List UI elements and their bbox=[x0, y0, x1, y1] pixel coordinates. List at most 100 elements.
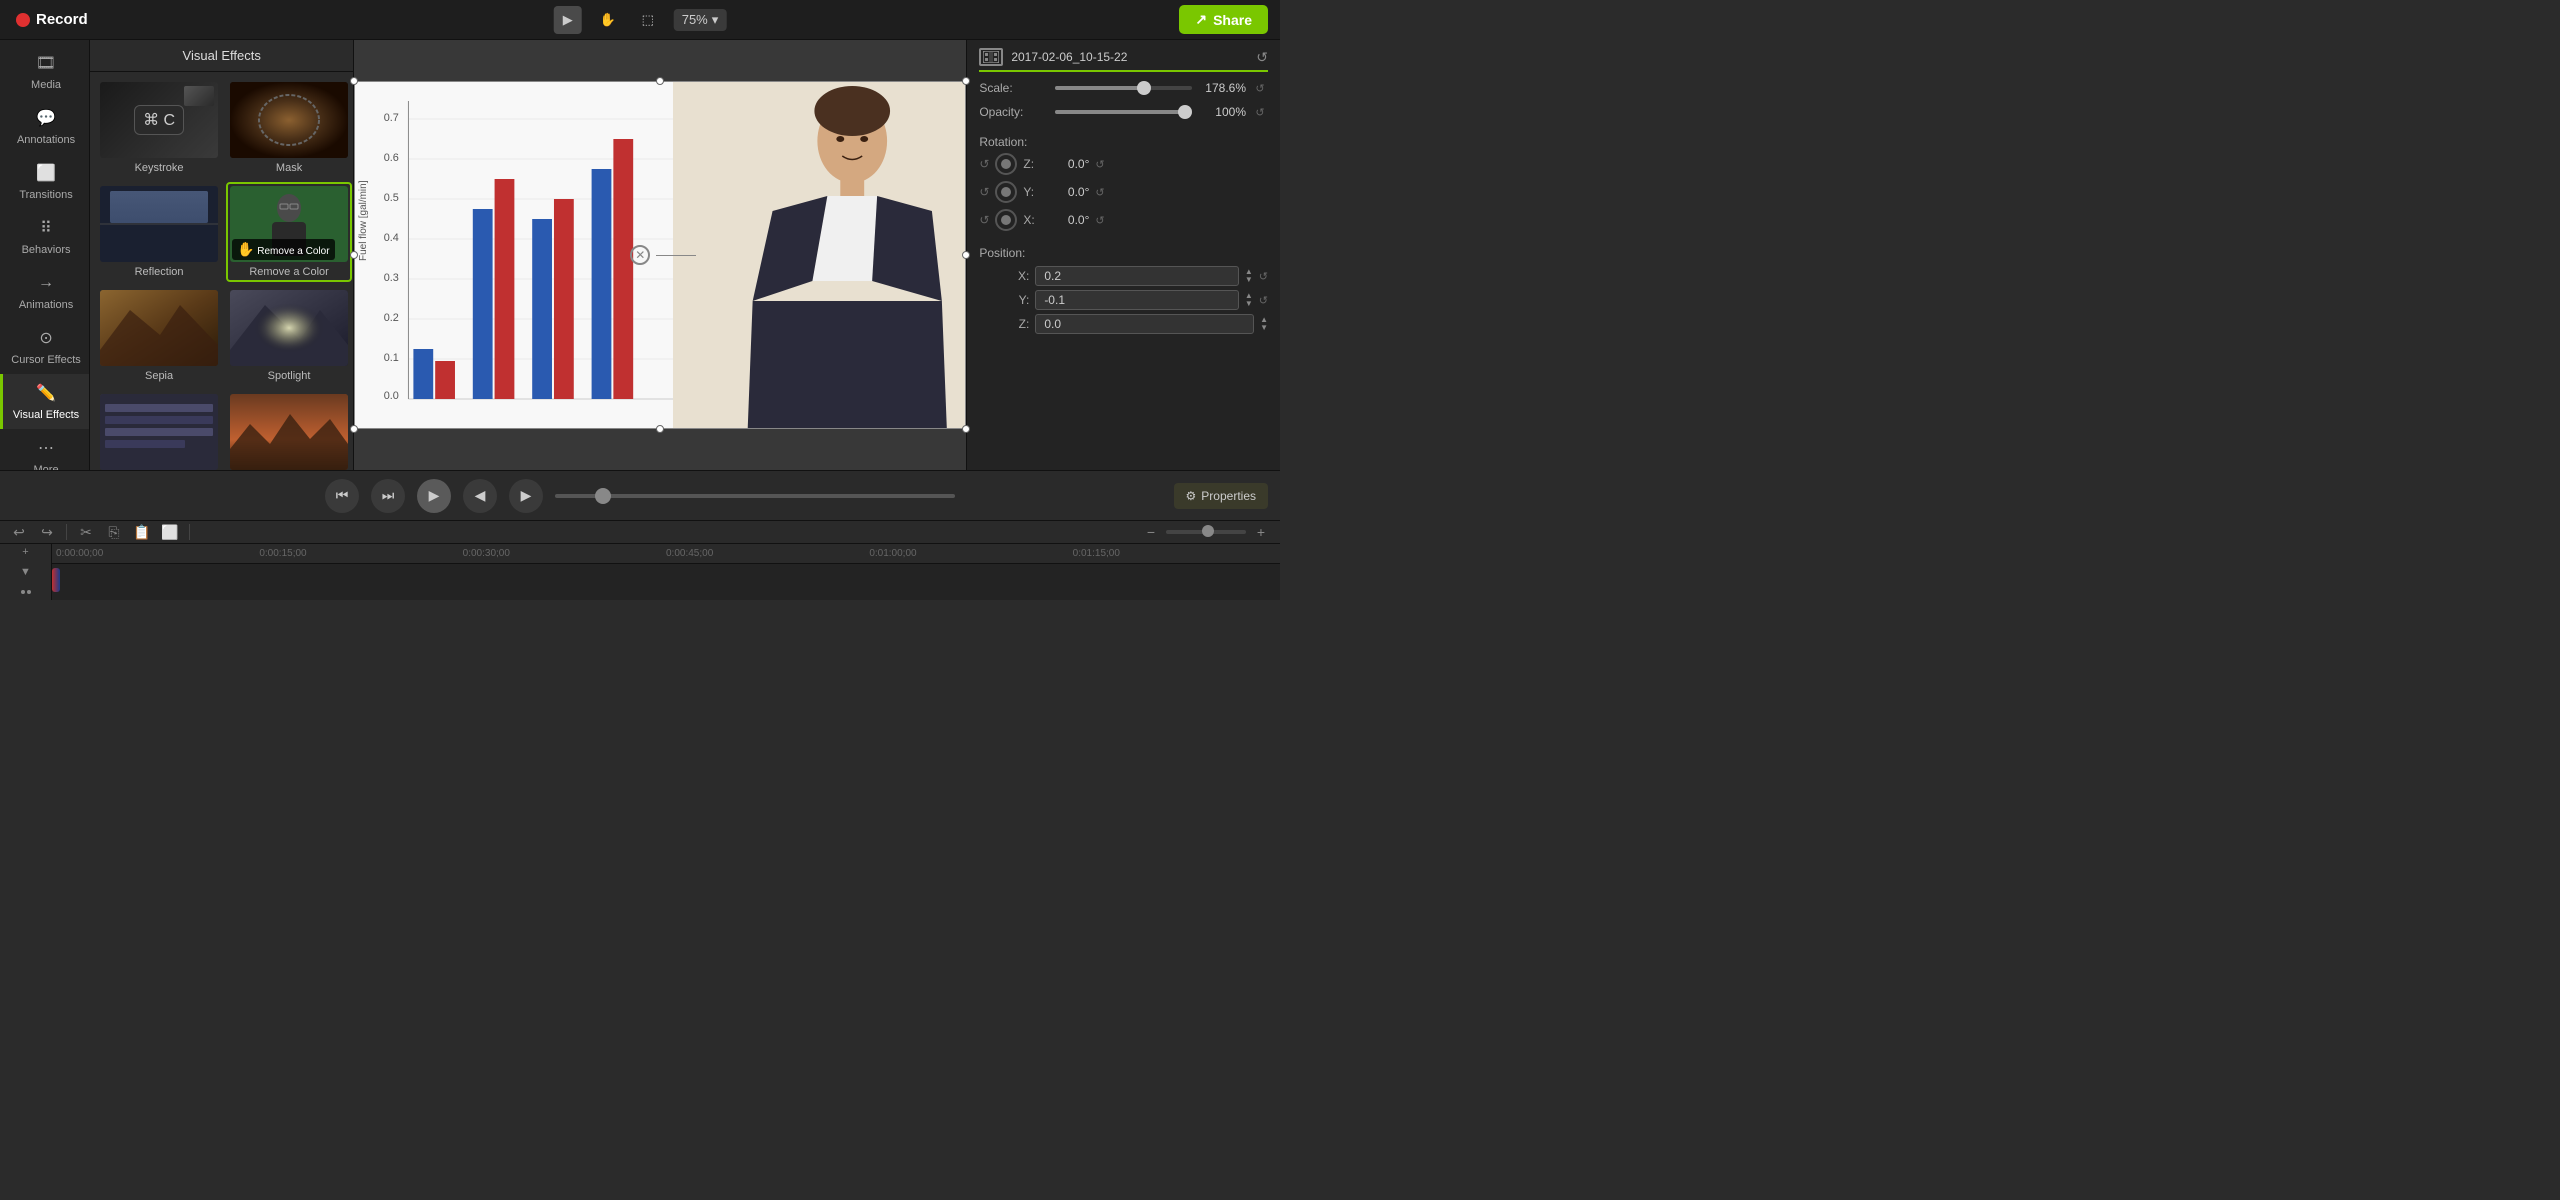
position-x-value: 0.2 bbox=[1035, 266, 1239, 286]
playback-thumb[interactable] bbox=[595, 488, 611, 504]
effect-sepia[interactable]: Sepia bbox=[96, 286, 222, 386]
sidebar-item-behaviors[interactable]: ⠿ Behaviors bbox=[0, 209, 89, 264]
undo-button[interactable]: ↩ bbox=[8, 521, 30, 543]
rotation-y-ccw[interactable]: ↺ bbox=[979, 185, 989, 199]
opacity-slider[interactable] bbox=[1055, 110, 1192, 114]
effect-mask[interactable]: Mask bbox=[226, 78, 352, 178]
effect-item8[interactable] bbox=[226, 390, 352, 470]
effect-item7[interactable] bbox=[96, 390, 222, 470]
ruler-marks: 0:00:00;00 0:00:15;00 0:00:30;00 0:00:45… bbox=[56, 548, 1276, 559]
rotation-x-ccw[interactable]: ↺ bbox=[979, 213, 989, 227]
scale-slider[interactable] bbox=[1055, 86, 1192, 90]
paste-button[interactable]: 📋 bbox=[131, 521, 153, 543]
prev-frame-button[interactable]: ◀ bbox=[463, 479, 497, 513]
step-back-button[interactable]: ⏮ bbox=[325, 479, 359, 513]
position-z-down[interactable]: ▼ bbox=[1260, 324, 1268, 332]
zoom-in-button[interactable]: + bbox=[1250, 521, 1272, 543]
rotation-z-reset[interactable]: ↺ bbox=[1095, 158, 1104, 171]
zoom-dropdown-icon[interactable]: ▾ bbox=[712, 12, 719, 28]
ruler-mark-2: 0:00:30;00 bbox=[463, 548, 666, 559]
ruler-mark-5: 0:01:15;00 bbox=[1073, 548, 1276, 559]
scale-thumb[interactable] bbox=[1137, 81, 1151, 95]
expand-track-button[interactable]: ▼ bbox=[18, 564, 34, 580]
sidebar-label-behaviors: Behaviors bbox=[22, 244, 71, 256]
main-area: 🎞 Media 💬 Annotations ⬜ Transitions ⠿ Be… bbox=[0, 40, 1280, 470]
play-button[interactable]: ▶ bbox=[417, 479, 451, 513]
cut-button[interactable]: ✂ bbox=[75, 521, 97, 543]
record-button[interactable]: Record bbox=[0, 11, 104, 28]
sidebar-item-transitions[interactable]: ⬜ Transitions bbox=[0, 154, 89, 209]
rotation-y-reset[interactable]: ↺ bbox=[1095, 186, 1104, 199]
position-x-reset[interactable]: ↺ bbox=[1259, 270, 1268, 283]
sidebar-label-animations: Animations bbox=[19, 299, 73, 311]
add-track-button[interactable]: + bbox=[18, 544, 34, 560]
position-z-spinner[interactable]: ▲ ▼ bbox=[1260, 316, 1268, 332]
effect-remove-color[interactable]: ✋ Remove a Color Remove a Color bbox=[226, 182, 352, 282]
playback-progress[interactable] bbox=[555, 494, 955, 498]
effect-reflection[interactable]: Reflection bbox=[96, 182, 222, 282]
track-clip[interactable] bbox=[52, 568, 60, 592]
transitions-icon: ⬜ bbox=[35, 162, 57, 184]
visual-effects-icon: ✏️ bbox=[35, 382, 57, 404]
properties-button[interactable]: ⚙ Properties bbox=[1174, 483, 1268, 509]
sidebar-item-media[interactable]: 🎞 Media bbox=[0, 44, 89, 99]
topbar: Record ▶ ✋ ⬚ 75% ▾ ↗ Share bbox=[0, 0, 1280, 40]
rotation-y-row: ↺ Y: 0.0° ↺ bbox=[979, 181, 1268, 203]
resize-handle-bm[interactable] bbox=[656, 425, 664, 433]
redo-button[interactable]: ↪ bbox=[36, 521, 58, 543]
effect-keystroke[interactable]: ⌘ C Keystroke bbox=[96, 78, 222, 178]
ruler-mark-0: 0:00:00;00 bbox=[56, 548, 259, 559]
share-icon: ↗ bbox=[1195, 11, 1207, 28]
timeline-gutter: + ▼ bbox=[0, 544, 52, 600]
zoom-track[interactable] bbox=[1166, 530, 1246, 534]
sidebar-item-animations[interactable]: → Animations bbox=[0, 264, 89, 319]
share-button[interactable]: ↗ Share bbox=[1179, 5, 1268, 34]
opacity-row: Opacity: 100% ↺ bbox=[979, 104, 1268, 120]
more-icon: ⋯ bbox=[35, 437, 57, 459]
pointer-tool[interactable]: ▶ bbox=[554, 6, 582, 34]
opacity-reset[interactable]: ↺ bbox=[1252, 104, 1268, 120]
media-icon: 🎞 bbox=[35, 52, 57, 74]
position-x-down[interactable]: ▼ bbox=[1245, 276, 1253, 284]
position-y-reset[interactable]: ↺ bbox=[1259, 294, 1268, 307]
rotation-z-dial[interactable] bbox=[995, 153, 1017, 175]
item7-thumb bbox=[100, 394, 218, 470]
zoom-control[interactable]: 75% ▾ bbox=[674, 9, 727, 31]
x-handle[interactable]: ✕ bbox=[630, 245, 696, 265]
properties-reset-icon[interactable]: ↺ bbox=[1256, 49, 1268, 66]
rotation-y-dial[interactable] bbox=[995, 181, 1017, 203]
hand-tool[interactable]: ✋ bbox=[594, 6, 622, 34]
next-frame-button[interactable]: ▶ bbox=[509, 479, 543, 513]
position-y-row: Y: -0.1 ▲ ▼ ↺ bbox=[979, 290, 1268, 310]
canvas-frame: 0.7 0.6 0.5 0.4 0.3 0.2 0.1 0.0 bbox=[354, 81, 966, 429]
rotation-z-ccw[interactable]: ↺ bbox=[979, 157, 989, 171]
resize-handle-bl[interactable] bbox=[350, 425, 358, 433]
crop-tool[interactable]: ⬚ bbox=[634, 6, 662, 34]
zoom-thumb[interactable] bbox=[1202, 525, 1214, 537]
split-button[interactable]: ⬜ bbox=[159, 521, 181, 543]
position-section-label: Position: bbox=[979, 246, 1025, 260]
position-y-spinner[interactable]: ▲ ▼ bbox=[1245, 292, 1253, 308]
sidebar-item-visual-effects[interactable]: ✏️ Visual Effects bbox=[0, 374, 89, 429]
position-y-down[interactable]: ▼ bbox=[1245, 300, 1253, 308]
sidebar-item-annotations[interactable]: 💬 Annotations bbox=[0, 99, 89, 154]
effect-spotlight[interactable]: Spotlight bbox=[226, 286, 352, 386]
scale-label: Scale: bbox=[979, 81, 1049, 95]
position-x-spinner[interactable]: ▲ ▼ bbox=[1245, 268, 1253, 284]
sidebar: 🎞 Media 💬 Annotations ⬜ Transitions ⠿ Be… bbox=[0, 40, 90, 470]
zoom-out-button[interactable]: − bbox=[1140, 521, 1162, 543]
rotation-x-reset[interactable]: ↺ bbox=[1095, 214, 1104, 227]
record-dot bbox=[16, 13, 30, 27]
copy-button[interactable]: ⎘ bbox=[103, 521, 125, 543]
rotation-x-dial[interactable] bbox=[995, 209, 1017, 231]
spotlight-thumb bbox=[230, 290, 348, 366]
toolbar-separator-1 bbox=[66, 524, 67, 540]
play-pause-button[interactable]: ⏭ bbox=[371, 479, 405, 513]
opacity-thumb[interactable] bbox=[1178, 105, 1192, 119]
sidebar-item-cursor-effects[interactable]: ⊙ Cursor Effects bbox=[0, 319, 89, 374]
scale-reset[interactable]: ↺ bbox=[1252, 80, 1268, 96]
removecolor-thumb: ✋ Remove a Color bbox=[230, 186, 348, 262]
properties-btn-label: Properties bbox=[1201, 489, 1256, 503]
rotation-x-value: 0.0° bbox=[1049, 213, 1089, 227]
ruler-mark-3: 0:00:45;00 bbox=[666, 548, 869, 559]
